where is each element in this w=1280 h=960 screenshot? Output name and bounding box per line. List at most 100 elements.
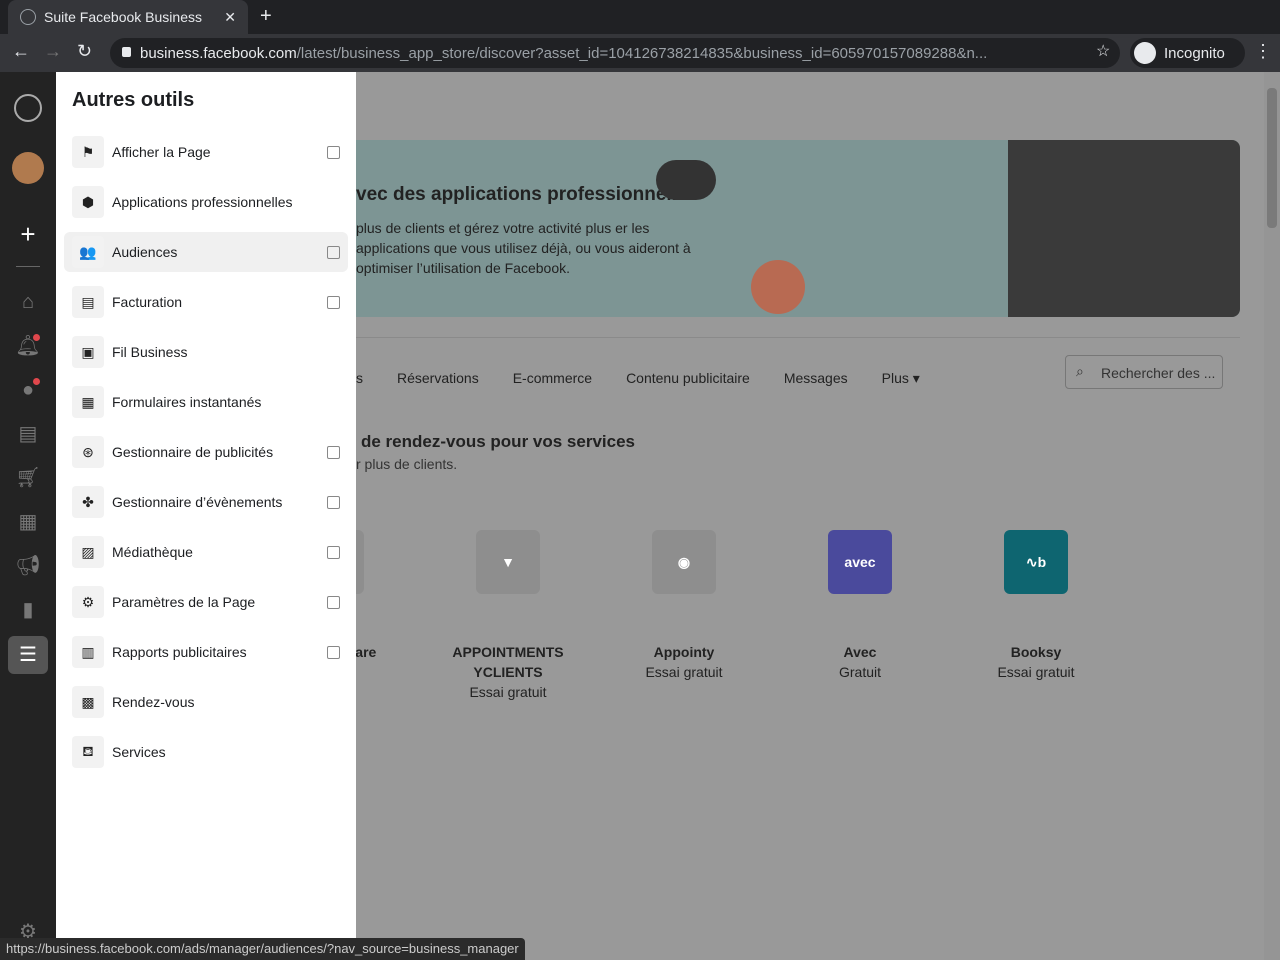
tool-item[interactable]: ▦ Formulaires instantanés bbox=[64, 382, 348, 422]
posts-icon[interactable]: ▤ bbox=[14, 420, 42, 448]
close-tab-icon[interactable]: ✕ bbox=[224, 9, 236, 26]
tool-label: Facturation bbox=[112, 294, 183, 310]
tool-icon: ⬢ bbox=[72, 186, 104, 218]
tool-label: Audiences bbox=[112, 244, 178, 260]
category-tab[interactable]: Messages bbox=[784, 370, 848, 387]
create-plus-icon[interactable]: + bbox=[14, 220, 42, 248]
app-card[interactable]: ▼ APPOINTMENTS YCLIENTS Essai gratuit bbox=[428, 530, 588, 702]
tool-item[interactable]: ⚑ Afficher la Page bbox=[64, 132, 348, 172]
app-logo: ∿b bbox=[1004, 530, 1068, 594]
tool-item[interactable]: ⛾ Services bbox=[64, 732, 348, 772]
external-link-icon bbox=[327, 245, 340, 259]
tool-label: Rapports publicitaires bbox=[112, 644, 247, 660]
tool-item[interactable]: ▣ Fil Business bbox=[64, 332, 348, 372]
tool-item[interactable]: ⊛ Gestionnaire de publicités bbox=[64, 432, 348, 472]
tool-icon: ✤ bbox=[72, 486, 104, 518]
search-apps-input[interactable]: ⌕ Rechercher des ... bbox=[1065, 355, 1223, 389]
app-name: Appointy bbox=[653, 644, 715, 660]
tool-label: Services bbox=[112, 744, 166, 760]
tool-label: Rendez-vous bbox=[112, 694, 195, 710]
url-host: business.facebook.com bbox=[140, 44, 297, 62]
tool-label: Applications professionnelles bbox=[112, 194, 293, 210]
address-bar[interactable]: business.facebook.com/latest/business_ap… bbox=[110, 38, 1120, 68]
category-tab[interactable]: Réservations bbox=[397, 370, 479, 387]
inbox-chat-icon[interactable]: ● bbox=[14, 376, 42, 404]
incognito-icon bbox=[1134, 42, 1156, 64]
external-link-icon bbox=[327, 295, 340, 309]
tool-item[interactable]: ⚙ Paramètres de la Page bbox=[64, 582, 348, 622]
app-card[interactable]: avec Avec Gratuit bbox=[780, 530, 940, 682]
all-tools-menu-icon[interactable]: ☰ bbox=[8, 636, 48, 674]
tool-item[interactable]: ▤ Facturation bbox=[64, 282, 348, 322]
tool-item[interactable]: ▨ Médiathèque bbox=[64, 532, 348, 572]
tool-label: Afficher la Page bbox=[112, 144, 211, 160]
tool-icon: ⚙ bbox=[72, 586, 104, 618]
tool-icon: ▦ bbox=[72, 386, 104, 418]
bookmark-star-icon[interactable]: ☆ bbox=[1096, 41, 1110, 61]
tool-icon: ▩ bbox=[72, 686, 104, 718]
business-suite-favicon-icon bbox=[20, 9, 36, 25]
app-card[interactable]: ◉ Appointy Essai gratuit bbox=[604, 530, 764, 682]
tool-icon: ▤ bbox=[72, 286, 104, 318]
new-tab-button[interactable]: + bbox=[260, 5, 272, 28]
category-tab[interactable]: Plus ▾ bbox=[882, 370, 920, 387]
tab-bar: Suite Facebook Business ✕ + bbox=[0, 0, 1280, 34]
menu-kebab-icon[interactable]: ⋮ bbox=[1254, 41, 1272, 62]
tool-item[interactable]: 👥 Audiences bbox=[64, 232, 348, 272]
browser-toolbar: ← → ↻ business.facebook.com/latest/busin… bbox=[0, 34, 1280, 72]
tool-item[interactable]: ✤ Gestionnaire d’évènements bbox=[64, 482, 348, 522]
plug-illustration bbox=[656, 160, 716, 200]
browser-tab[interactable]: Suite Facebook Business ✕ bbox=[8, 0, 248, 34]
search-placeholder: Rechercher des ... bbox=[1101, 365, 1216, 381]
tool-icon: ▥ bbox=[72, 636, 104, 668]
category-tab[interactable]: Contenu publicitaire bbox=[626, 370, 750, 387]
forward-icon[interactable]: → bbox=[44, 41, 62, 62]
category-tab[interactable]: E-commerce bbox=[513, 370, 592, 387]
reload-icon[interactable]: ↻ bbox=[77, 41, 92, 62]
app-name: Booksy bbox=[1010, 644, 1062, 660]
avatar[interactable] bbox=[12, 152, 44, 184]
tool-label: Fil Business bbox=[112, 344, 188, 360]
calendar-icon[interactable]: ▦ bbox=[14, 508, 42, 536]
tool-icon: ▣ bbox=[72, 336, 104, 368]
app-name: Avec bbox=[843, 644, 877, 660]
scrollbar-thumb[interactable] bbox=[1267, 88, 1277, 228]
app-price: Essai gratuit bbox=[997, 664, 1075, 680]
app-card[interactable]: ∿b Booksy Essai gratuit bbox=[956, 530, 1116, 682]
tool-icon: ⊛ bbox=[72, 436, 104, 468]
external-link-icon bbox=[327, 645, 340, 659]
url-path: /latest/business_app_store/discover?asse… bbox=[296, 44, 988, 62]
back-icon[interactable]: ← bbox=[12, 41, 30, 62]
tool-label: Formulaires instantanés bbox=[112, 394, 262, 410]
notifications-bell-icon[interactable]: 🔔︎ bbox=[14, 332, 42, 360]
search-icon: ⌕ bbox=[1076, 363, 1084, 379]
shop-cart-icon[interactable]: 🛒︎ bbox=[14, 464, 42, 492]
incognito-badge[interactable]: Incognito bbox=[1130, 38, 1245, 68]
app-price: Gratuit bbox=[838, 664, 881, 680]
panel-title: Autres outils bbox=[72, 89, 195, 111]
app-price: Essai gratuit bbox=[645, 664, 723, 680]
tool-icon: ▨ bbox=[72, 536, 104, 568]
lock-icon bbox=[122, 47, 131, 57]
app-price: Essai gratuit bbox=[469, 684, 547, 700]
insights-chart-icon[interactable]: ▮ bbox=[14, 596, 42, 624]
home-icon[interactable]: ⌂ bbox=[14, 288, 42, 316]
tool-item[interactable]: ⬢ Applications professionnelles bbox=[64, 182, 348, 222]
tool-icon: ⛾ bbox=[72, 736, 104, 768]
app-logo: ◉ bbox=[652, 530, 716, 594]
app-store-content: vec des applications professionnelles pl… bbox=[288, 72, 1264, 960]
tool-item[interactable]: ▩ Rendez-vous bbox=[64, 682, 348, 722]
business-suite-logo-icon[interactable] bbox=[14, 94, 42, 122]
tool-icon: ⚑ bbox=[72, 136, 104, 168]
category-tab[interactable]: s bbox=[356, 370, 363, 387]
tool-item[interactable]: ▥ Rapports publicitaires bbox=[64, 632, 348, 672]
app-logo: ▼ bbox=[476, 530, 540, 594]
external-link-icon bbox=[327, 595, 340, 609]
page-scrollbar[interactable] bbox=[1264, 72, 1280, 960]
section-subtitle: r plus de clients. bbox=[356, 456, 458, 472]
banner-title: vec des applications professionnelles bbox=[356, 184, 699, 205]
external-link-icon bbox=[327, 495, 340, 509]
category-tabs: s Réservations E-commerce Contenu publicita… bbox=[356, 370, 954, 387]
ads-megaphone-icon[interactable]: 📢︎ bbox=[14, 552, 42, 580]
section-title: de rendez-vous pour vos services bbox=[361, 432, 635, 451]
